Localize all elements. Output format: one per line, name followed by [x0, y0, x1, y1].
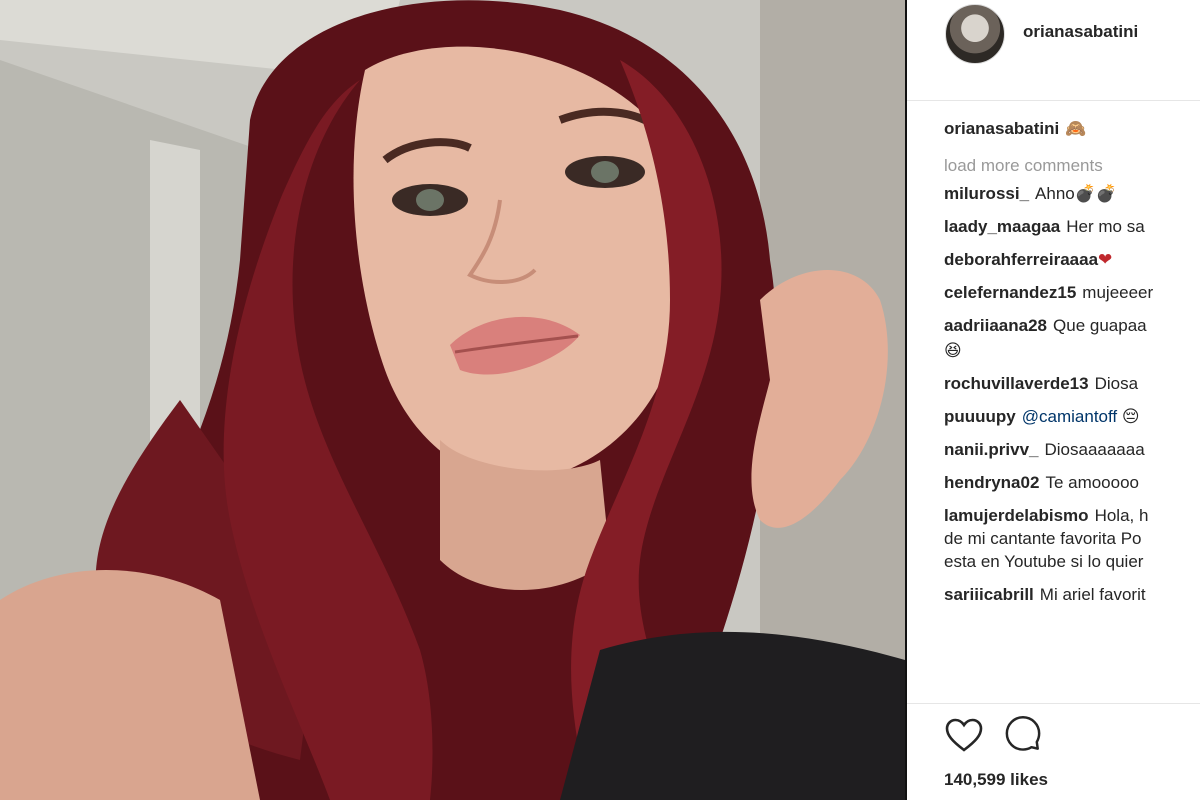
comment-item: celefernandez15 mujeeeer — [944, 282, 1200, 304]
heart-icon[interactable] — [944, 716, 984, 756]
avatar[interactable] — [945, 4, 1005, 64]
comment-username[interactable]: celefernandez15 — [944, 283, 1076, 302]
comment-item: aadriiaana28 Que guapaa — [944, 315, 1200, 337]
caption-text: 🙈 — [1065, 119, 1087, 138]
header-divider — [907, 100, 1200, 101]
comment-username[interactable]: lamujerdelabismo — [944, 506, 1089, 525]
comment-username[interactable]: puuuupy — [944, 407, 1016, 426]
comment-text: Her mo sa — [1066, 217, 1145, 236]
comment-text-continued: esta en Youtube si lo quier — [944, 552, 1144, 571]
comment-list: orianasabatini 🙈 load more comments milur… — [944, 118, 1200, 617]
comment-item: deborahferreiraaaa❤ — [944, 249, 1200, 271]
comment-item: lamujerdelabismo Hola, h — [944, 505, 1200, 527]
post-header: orianasabatini — [907, 0, 1200, 70]
comment-text: Diosa — [1094, 374, 1139, 393]
comment-item: rochuvillaverde13 Diosa — [944, 373, 1200, 395]
post-photo — [0, 0, 905, 800]
comment-text: Hola, h — [1094, 506, 1149, 525]
comment-text: Mi ariel favorit — [1039, 585, 1146, 604]
comment-username[interactable]: rochuvillaverde13 — [944, 374, 1089, 393]
comment-item: laady_maagaa Her mo sa — [944, 216, 1200, 238]
comment-item: hendryna02 Te amooooo — [944, 472, 1200, 494]
comment-username[interactable]: milurossi_ — [944, 184, 1029, 203]
comment-item: nanii.privv_ Diosaaaaaaa — [944, 439, 1200, 461]
comment-text: Diosaaaaaaa — [1044, 440, 1145, 459]
comment-username[interactable]: nanii.privv_ — [944, 440, 1038, 459]
comment-mention-link[interactable]: @camiantoff — [1022, 407, 1117, 426]
caption: orianasabatini 🙈 — [944, 118, 1200, 140]
comment-username[interactable]: hendryna02 — [944, 473, 1039, 492]
comment-item: milurossi_ Ahno💣💣 — [944, 183, 1200, 205]
comment-text-continued: 😆 — [944, 341, 962, 360]
comment-username[interactable]: aadriiaana28 — [944, 316, 1047, 335]
comment-text: Que guapaa — [1053, 316, 1147, 335]
comment-bubble-icon[interactable] — [1004, 716, 1044, 756]
caption-username[interactable]: orianasabatini — [944, 119, 1059, 138]
actions-divider — [907, 703, 1200, 704]
comment-username[interactable]: sariiicabrill — [944, 585, 1034, 604]
comment-text: ❤ — [1098, 250, 1113, 269]
post-author-username[interactable]: orianasabatini — [1023, 22, 1138, 42]
load-more-comments-link[interactable]: load more comments — [944, 155, 1200, 177]
comment-item: sariiicabrill Mi ariel favorit — [944, 584, 1200, 606]
comment-text: Ahno💣💣 — [1035, 184, 1118, 203]
comment-item: puuuupy @camiantoff 😔 — [944, 406, 1200, 428]
likes-count[interactable]: 140,599 likes — [944, 770, 1048, 790]
comment-text-continued: de mi cantante favorita Po — [944, 529, 1142, 548]
comment-text: 😔 — [1121, 407, 1140, 426]
comment-username[interactable]: deborahferreiraaaa — [944, 250, 1098, 269]
comment-username[interactable]: laady_maagaa — [944, 217, 1060, 236]
comment-text: mujeeeer — [1082, 283, 1154, 302]
post-side-panel: orianasabatini orianasabatini 🙈 load more… — [907, 0, 1200, 800]
photo-illustration — [0, 0, 905, 800]
comment-text: Te amooooo — [1045, 473, 1140, 492]
